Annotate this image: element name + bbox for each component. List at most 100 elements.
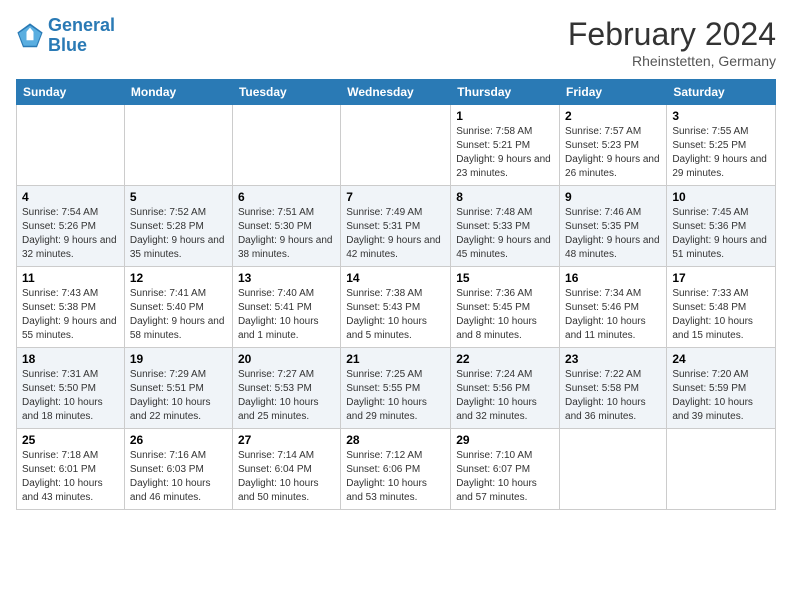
day-number: 27 [238,433,335,447]
day-info: Sunrise: 7:12 AM Sunset: 6:06 PM Dayligh… [346,449,445,505]
calendar-day-cell [232,105,340,186]
calendar-day-cell: 16 Sunrise: 7:34 AM Sunset: 5:46 PM Dayli… [560,267,667,348]
calendar-day-cell: 22Sunrise: 7:24 AM Sunset: 5:56 PM Dayli… [451,348,560,429]
calendar-day-cell: 11 Sunrise: 7:43 AM Sunset: 5:38 PM Dayli… [17,267,125,348]
logo-icon [16,22,44,50]
calendar-day-cell: 8 Sunrise: 7:48 AM Sunset: 5:33 PM Daylig… [451,186,560,267]
weekday-header: Monday [124,80,232,105]
day-info: Sunrise: 7:48 AM Sunset: 5:33 PM Dayligh… [456,206,554,262]
day-info: Sunrise: 7:18 AM Sunset: 6:01 PM Dayligh… [22,449,119,505]
calendar-day-cell [17,105,125,186]
calendar-day-cell [341,105,451,186]
calendar-week-row: 4 Sunrise: 7:54 AM Sunset: 5:26 PM Daylig… [17,186,776,267]
logo-text: General Blue [48,16,115,56]
calendar-day-cell: 17 Sunrise: 7:33 AM Sunset: 5:48 PM Dayli… [667,267,776,348]
calendar-day-cell: 26 Sunrise: 7:16 AM Sunset: 6:03 PM Dayli… [124,429,232,510]
weekday-header-row: SundayMondayTuesdayWednesdayThursdayFrid… [17,80,776,105]
day-info: Sunrise: 7:22 AM Sunset: 5:58 PM Dayligh… [565,368,661,424]
day-number: 10 [672,190,770,204]
calendar-day-cell [667,429,776,510]
day-info: Sunrise: 7:31 AM Sunset: 5:50 PM Dayligh… [22,368,119,424]
logo: General Blue [16,16,115,56]
day-info: Sunrise: 7:57 AM Sunset: 5:23 PM Dayligh… [565,125,661,181]
day-info: Sunrise: 7:24 AM Sunset: 5:56 PM Dayligh… [456,368,554,424]
day-info: Sunrise: 7:54 AM Sunset: 5:26 PM Dayligh… [22,206,119,262]
day-number: 12 [130,271,227,285]
calendar-day-cell: 10 Sunrise: 7:45 AM Sunset: 5:36 PM Dayli… [667,186,776,267]
day-number: 26 [130,433,227,447]
calendar-day-cell: 12 Sunrise: 7:41 AM Sunset: 5:40 PM Dayli… [124,267,232,348]
day-info: Sunrise: 7:55 AM Sunset: 5:25 PM Dayligh… [672,125,770,181]
calendar-day-cell: 25 Sunrise: 7:18 AM Sunset: 6:01 PM Dayli… [17,429,125,510]
weekday-header: Tuesday [232,80,340,105]
day-info: Sunrise: 7:16 AM Sunset: 6:03 PM Dayligh… [130,449,227,505]
day-number: 11 [22,271,119,285]
calendar-week-row: 11 Sunrise: 7:43 AM Sunset: 5:38 PM Dayli… [17,267,776,348]
day-info: Sunrise: 7:49 AM Sunset: 5:31 PM Dayligh… [346,206,445,262]
calendar-day-cell: 6 Sunrise: 7:51 AM Sunset: 5:30 PM Daylig… [232,186,340,267]
calendar-day-cell: 27Sunrise: 7:14 AM Sunset: 6:04 PM Dayli… [232,429,340,510]
weekday-header: Sunday [17,80,125,105]
calendar-table: SundayMondayTuesdayWednesdayThursdayFrid… [16,79,776,510]
calendar-day-cell: 19 Sunrise: 7:29 AM Sunset: 5:51 PM Dayli… [124,348,232,429]
calendar-day-cell: 29Sunrise: 7:10 AM Sunset: 6:07 PM Dayli… [451,429,560,510]
day-number: 20 [238,352,335,366]
day-number: 6 [238,190,335,204]
day-info: Sunrise: 7:25 AM Sunset: 5:55 PM Dayligh… [346,368,445,424]
calendar-day-cell: 24Sunrise: 7:20 AM Sunset: 5:59 PM Dayli… [667,348,776,429]
calendar-week-row: 18Sunrise: 7:31 AM Sunset: 5:50 PM Dayli… [17,348,776,429]
calendar-day-cell: 3Sunrise: 7:55 AM Sunset: 5:25 PM Daylig… [667,105,776,186]
day-number: 16 [565,271,661,285]
day-number: 25 [22,433,119,447]
day-info: Sunrise: 7:33 AM Sunset: 5:48 PM Dayligh… [672,287,770,343]
day-info: Sunrise: 7:41 AM Sunset: 5:40 PM Dayligh… [130,287,227,343]
calendar-day-cell [560,429,667,510]
day-info: Sunrise: 7:34 AM Sunset: 5:46 PM Dayligh… [565,287,661,343]
day-info: Sunrise: 7:52 AM Sunset: 5:28 PM Dayligh… [130,206,227,262]
day-info: Sunrise: 7:27 AM Sunset: 5:53 PM Dayligh… [238,368,335,424]
day-number: 8 [456,190,554,204]
calendar-day-cell: 13 Sunrise: 7:40 AM Sunset: 5:41 PM Dayli… [232,267,340,348]
calendar-day-cell: 21 Sunrise: 7:25 AM Sunset: 5:55 PM Dayli… [341,348,451,429]
day-info: Sunrise: 7:43 AM Sunset: 5:38 PM Dayligh… [22,287,119,343]
day-info: Sunrise: 7:40 AM Sunset: 5:41 PM Dayligh… [238,287,335,343]
day-info: Sunrise: 7:29 AM Sunset: 5:51 PM Dayligh… [130,368,227,424]
weekday-header: Saturday [667,80,776,105]
calendar-day-cell: 1Sunrise: 7:58 AM Sunset: 5:21 PM Daylig… [451,105,560,186]
calendar-day-cell: 20 Sunrise: 7:27 AM Sunset: 5:53 PM Dayli… [232,348,340,429]
month-year: February 2024 [568,16,776,53]
location: Rheinstetten, Germany [568,53,776,69]
calendar-day-cell: 23 Sunrise: 7:22 AM Sunset: 5:58 PM Dayli… [560,348,667,429]
calendar-day-cell: 18Sunrise: 7:31 AM Sunset: 5:50 PM Dayli… [17,348,125,429]
day-number: 4 [22,190,119,204]
day-number: 15 [456,271,554,285]
day-number: 13 [238,271,335,285]
calendar-day-cell: 14Sunrise: 7:38 AM Sunset: 5:43 PM Dayli… [341,267,451,348]
page-header: General Blue February 2024 Rheinstetten,… [16,16,776,69]
day-number: 21 [346,352,445,366]
calendar-day-cell [124,105,232,186]
calendar-day-cell: 5 Sunrise: 7:52 AM Sunset: 5:28 PM Daylig… [124,186,232,267]
day-number: 9 [565,190,661,204]
calendar-week-row: 25 Sunrise: 7:18 AM Sunset: 6:01 PM Dayli… [17,429,776,510]
day-number: 5 [130,190,227,204]
day-number: 14 [346,271,445,285]
day-number: 17 [672,271,770,285]
day-info: Sunrise: 7:58 AM Sunset: 5:21 PM Dayligh… [456,125,554,181]
day-number: 28 [346,433,445,447]
day-number: 23 [565,352,661,366]
weekday-header: Thursday [451,80,560,105]
day-info: Sunrise: 7:51 AM Sunset: 5:30 PM Dayligh… [238,206,335,262]
calendar-day-cell: 28 Sunrise: 7:12 AM Sunset: 6:06 PM Dayli… [341,429,451,510]
calendar-day-cell: 2 Sunrise: 7:57 AM Sunset: 5:23 PM Daylig… [560,105,667,186]
calendar-day-cell: 9Sunrise: 7:46 AM Sunset: 5:35 PM Daylig… [560,186,667,267]
day-number: 2 [565,109,661,123]
calendar-day-cell: 15 Sunrise: 7:36 AM Sunset: 5:45 PM Dayli… [451,267,560,348]
day-number: 7 [346,190,445,204]
calendar-day-cell: 4 Sunrise: 7:54 AM Sunset: 5:26 PM Daylig… [17,186,125,267]
calendar-week-row: 1Sunrise: 7:58 AM Sunset: 5:21 PM Daylig… [17,105,776,186]
day-info: Sunrise: 7:45 AM Sunset: 5:36 PM Dayligh… [672,206,770,262]
day-info: Sunrise: 7:36 AM Sunset: 5:45 PM Dayligh… [456,287,554,343]
calendar-day-cell: 7 Sunrise: 7:49 AM Sunset: 5:31 PM Daylig… [341,186,451,267]
day-number: 19 [130,352,227,366]
